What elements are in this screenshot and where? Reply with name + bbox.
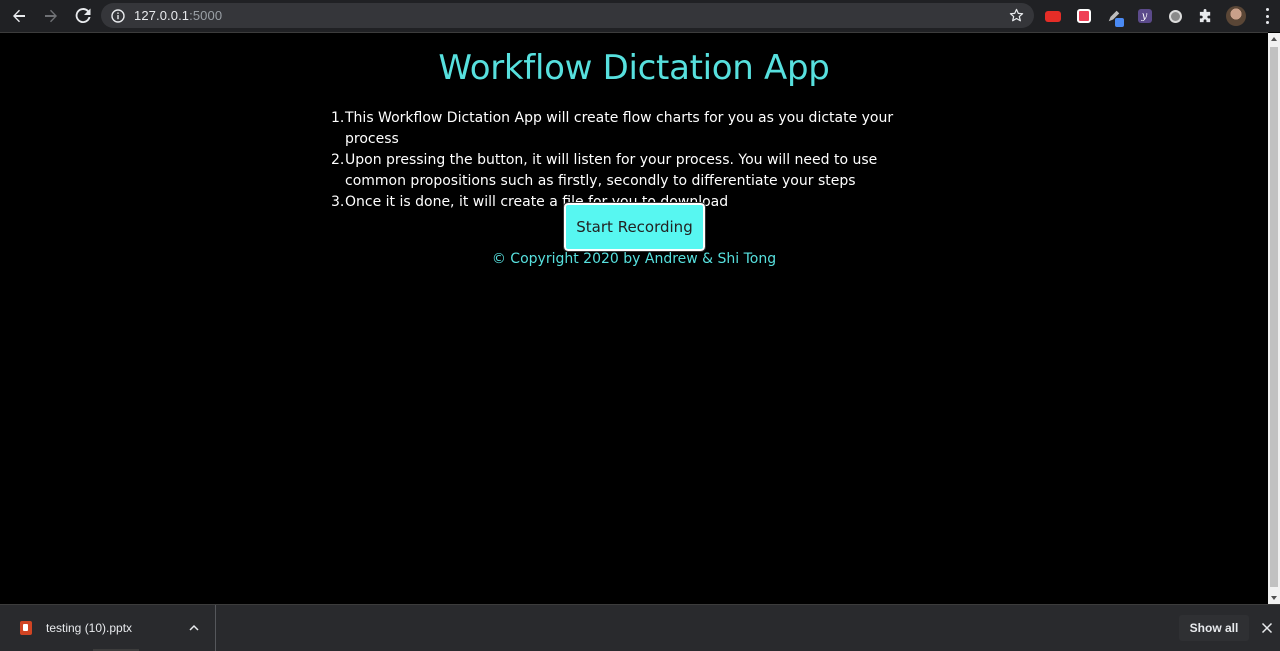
- scroll-up-icon[interactable]: [1271, 37, 1277, 41]
- profile-avatar[interactable]: [1225, 5, 1247, 27]
- powerpoint-file-icon: [20, 621, 32, 635]
- close-icon[interactable]: [1261, 622, 1273, 634]
- info-icon[interactable]: [111, 8, 125, 23]
- extensions-area: y: [1042, 4, 1256, 28]
- url-port: :5000: [189, 8, 223, 23]
- kebab-menu-icon[interactable]: [1266, 8, 1270, 24]
- reload-button[interactable]: [68, 1, 98, 31]
- download-file-name: testing (10).pptx: [46, 621, 133, 635]
- start-recording-button[interactable]: Start Recording: [563, 202, 706, 252]
- bookmark-star-icon[interactable]: [1009, 8, 1024, 23]
- list-item: 2. Upon pressing the button, it will list…: [331, 150, 925, 192]
- url-host: 127.0.0.1: [134, 8, 190, 23]
- url-text[interactable]: 127.0.0.1:5000: [134, 8, 222, 23]
- list-item: 1. This Workflow Dictation App will creat…: [331, 108, 925, 150]
- list-number: 1.: [331, 110, 345, 126]
- vertical-scrollbar[interactable]: [1268, 33, 1280, 604]
- pocket-extension-icon[interactable]: [1073, 5, 1095, 27]
- chevron-up-icon[interactable]: [189, 623, 199, 633]
- circle-extension-icon[interactable]: [1164, 5, 1186, 27]
- page-viewport: Workflow Dictation App 1. This Workflow D…: [0, 32, 1268, 604]
- arrow-right-icon: [45, 9, 57, 23]
- y-extension-icon[interactable]: y: [1134, 5, 1156, 27]
- list-number: 3.: [331, 194, 345, 210]
- forward-button[interactable]: [36, 1, 66, 31]
- copyright-text: © Copyright 2020 by Andrew & Shi Tong: [491, 251, 777, 267]
- pen-extension-icon[interactable]: [1103, 5, 1125, 27]
- list-number: 2.: [331, 152, 345, 168]
- puzzle-extensions-icon[interactable]: [1195, 5, 1217, 27]
- instruction-list: 1. This Workflow Dictation App will creat…: [331, 108, 925, 213]
- reload-icon: [75, 8, 91, 24]
- browser-toolbar: 127.0.0.1:5000 y: [0, 0, 1280, 32]
- download-item[interactable]: testing (10).pptx: [0, 605, 216, 651]
- address-bar[interactable]: 127.0.0.1:5000: [101, 3, 1034, 28]
- list-text: Upon pressing the button, it will listen…: [345, 152, 878, 189]
- arrow-left-icon: [13, 9, 25, 23]
- download-bar: testing (10).pptx Show all: [0, 604, 1280, 651]
- back-button[interactable]: [4, 1, 34, 31]
- list-text: This Workflow Dictation App will create …: [345, 110, 894, 147]
- show-all-button[interactable]: Show all: [1179, 615, 1249, 641]
- scrollbar-thumb[interactable]: [1270, 47, 1278, 587]
- youtube-extension-icon[interactable]: [1042, 5, 1064, 27]
- scroll-down-icon[interactable]: [1271, 596, 1277, 600]
- page-title: Workflow Dictation App: [438, 48, 830, 88]
